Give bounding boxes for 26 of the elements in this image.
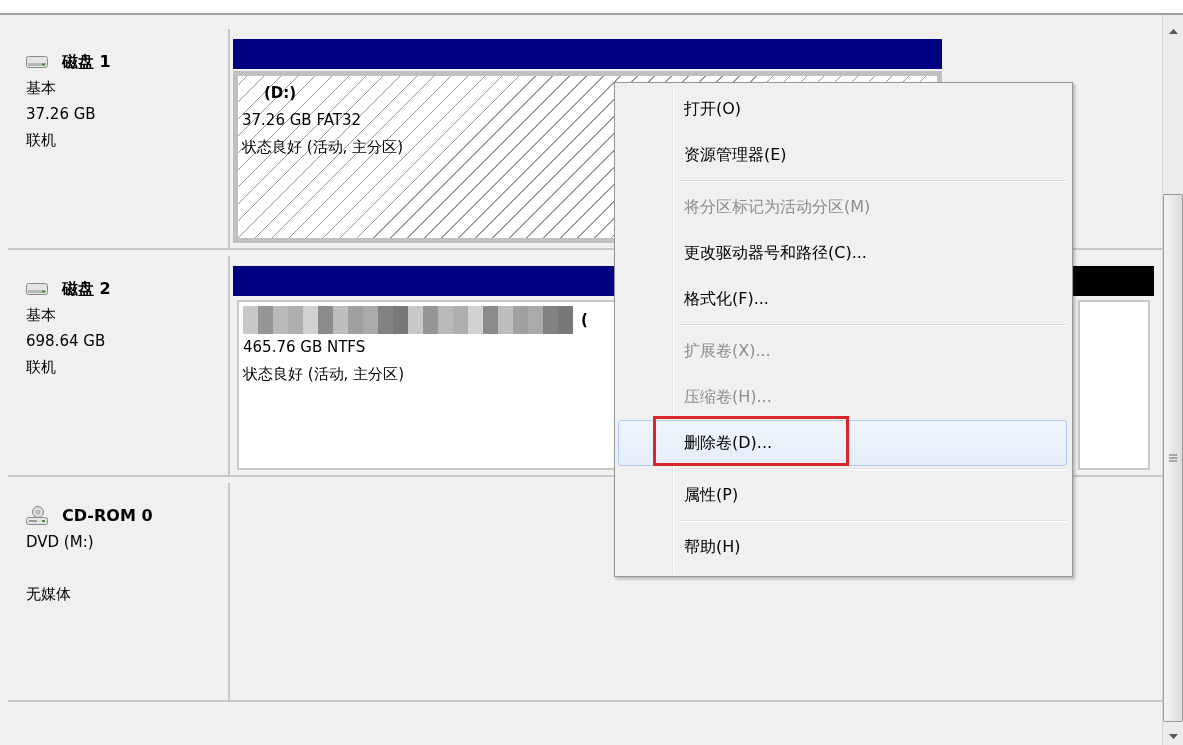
- disk-type: 基本: [26, 305, 57, 326]
- disk-type: 基本: [26, 78, 57, 99]
- disk-status: 联机: [26, 130, 57, 151]
- disk-name: 磁盘 2: [62, 278, 111, 300]
- disk-name: 磁盘 1: [62, 51, 111, 73]
- vertical-scrollbar[interactable]: [1162, 15, 1183, 745]
- grip-icon: [1169, 454, 1177, 462]
- disk-name: CD-ROM 0: [62, 505, 153, 527]
- volume-label: (D:): [264, 83, 297, 104]
- menu-item[interactable]: 帮助(H): [618, 524, 1067, 570]
- menu-item[interactable]: 格式化(F)...: [618, 276, 1067, 322]
- hard-drive-icon: [26, 55, 48, 69]
- scrollbar-thumb[interactable]: [1163, 194, 1183, 722]
- disk-status: 联机: [26, 357, 57, 378]
- partition-status: 状态良好 (活动, 主分区): [242, 137, 403, 158]
- partition-size-filesystem: 37.26 GB FAT32: [242, 110, 361, 131]
- disk-size: 698.64 GB: [26, 331, 107, 352]
- menu-item[interactable]: 属性(P): [618, 472, 1067, 518]
- optical-drive-icon: [26, 506, 48, 526]
- partition-block[interactable]: [1074, 266, 1154, 470]
- scroll-down-icon[interactable]: [1168, 734, 1178, 739]
- hard-drive-icon: [26, 282, 48, 296]
- disk-type: DVD (M:): [26, 532, 95, 553]
- disk-status: 无媒体: [26, 584, 72, 605]
- scroll-up-icon[interactable]: [1168, 29, 1178, 34]
- disk-size: 37.26 GB: [26, 104, 97, 125]
